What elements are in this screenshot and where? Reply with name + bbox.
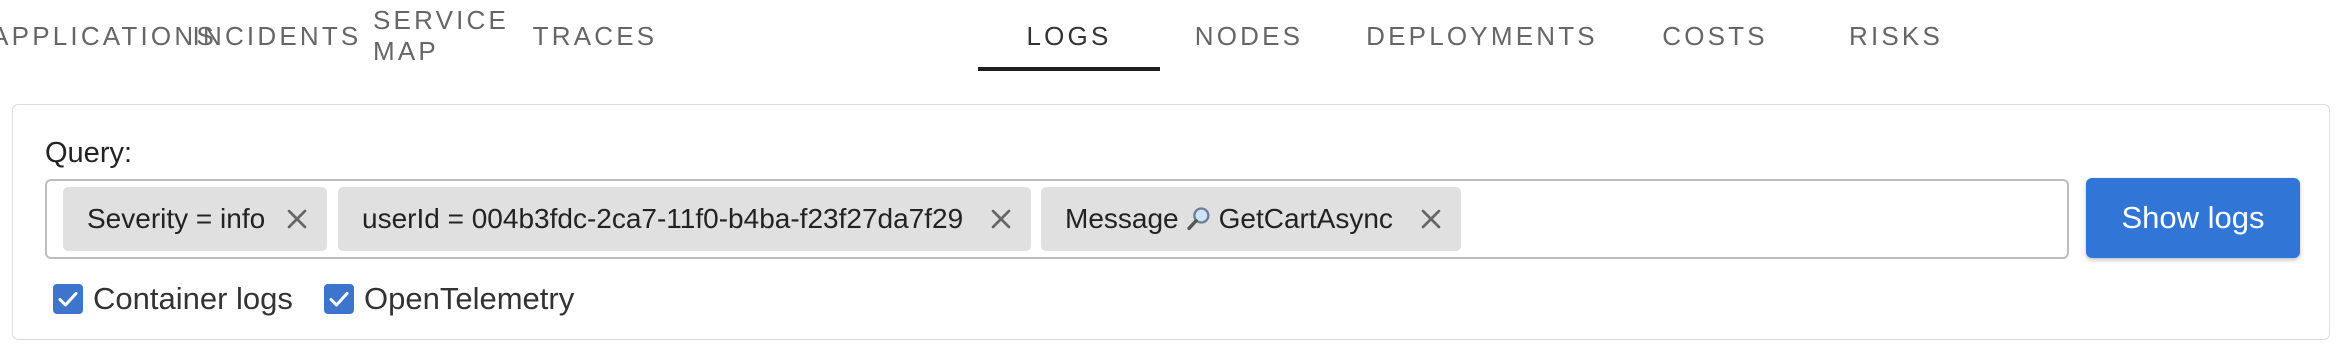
tab-costs[interactable]: COSTS bbox=[1662, 0, 1767, 72]
chip-text: userId = 004b3fdc-2ca7-11f0-b4ba-f23f27d… bbox=[362, 203, 964, 234]
tab-incidents[interactable]: INCIDENTS bbox=[193, 0, 359, 72]
magnifier-icon bbox=[1186, 207, 1210, 231]
query-chip-userid: userId = 004b3fdc-2ca7-11f0-b4ba-f23f27d… bbox=[338, 187, 1031, 251]
container-logs-option[interactable]: Container logs bbox=[53, 281, 293, 317]
chip-field-name: Message bbox=[1065, 203, 1179, 234]
tab-risks[interactable]: RISKS bbox=[1849, 0, 1942, 72]
chip-text: Severity = info bbox=[87, 203, 266, 234]
checkmark-icon bbox=[58, 292, 78, 307]
close-icon[interactable] bbox=[985, 203, 1017, 235]
opentelemetry-checkbox[interactable] bbox=[324, 284, 354, 314]
close-icon[interactable] bbox=[281, 203, 313, 235]
tab-service-map[interactable]: SERVICE MAP bbox=[373, 0, 515, 72]
tab-traces[interactable]: TRACES bbox=[533, 0, 654, 72]
show-logs-button[interactable]: Show logs bbox=[2086, 178, 2300, 258]
tab-applications[interactable]: APPLICATIONS bbox=[0, 0, 214, 72]
container-logs-checkbox[interactable] bbox=[53, 284, 83, 314]
tab-nodes[interactable]: NODES bbox=[1195, 0, 1302, 72]
top-nav-tabs: APPLICATIONS INCIDENTS SERVICE MAP TRACE… bbox=[0, 0, 2340, 72]
query-label: Query: bbox=[45, 137, 133, 169]
query-input[interactable]: Severity = info userId = 004b3fdc-2ca7-1… bbox=[45, 179, 2069, 259]
close-icon[interactable] bbox=[1415, 203, 1447, 235]
chip-text: GetCartAsync bbox=[1218, 203, 1393, 234]
opentelemetry-option[interactable]: OpenTelemetry bbox=[324, 281, 574, 317]
checkmark-icon bbox=[329, 292, 349, 307]
tab-deployments[interactable]: DEPLOYMENTS bbox=[1366, 0, 1594, 72]
opentelemetry-label: OpenTelemetry bbox=[364, 281, 575, 316]
active-tab-indicator bbox=[978, 67, 1160, 71]
tab-logs[interactable]: LOGS bbox=[978, 0, 1160, 72]
query-chip-severity: Severity = info bbox=[63, 187, 327, 251]
container-logs-label: Container logs bbox=[93, 281, 293, 316]
query-chip-message: Message GetCartAsync bbox=[1041, 187, 1461, 251]
query-panel: Query: Severity = info userId = 004b3fdc… bbox=[12, 104, 2330, 340]
